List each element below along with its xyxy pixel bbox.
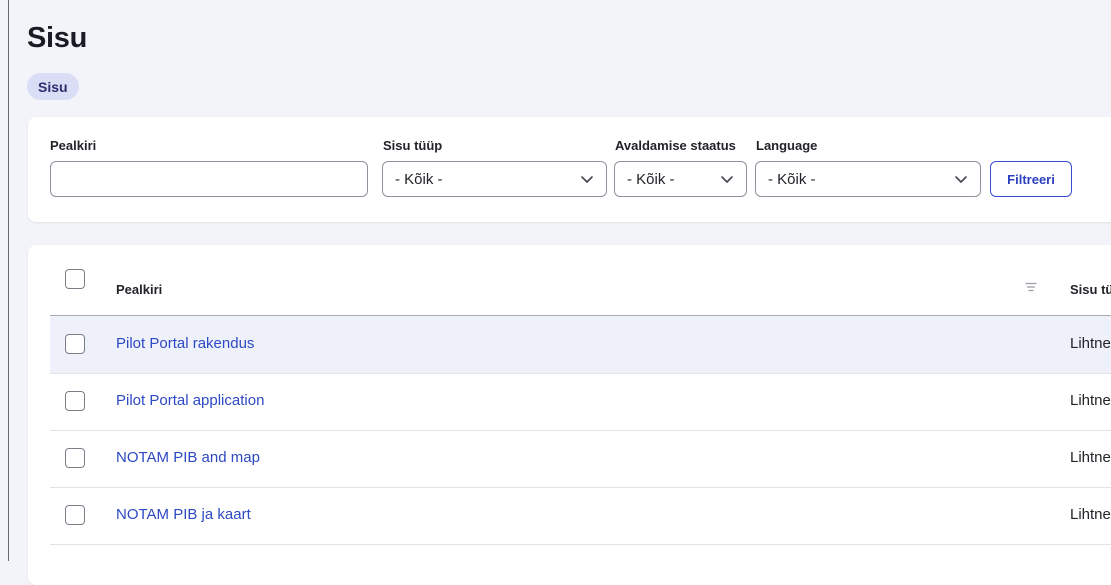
filter-type-value: - Kõik -	[395, 170, 443, 188]
table-row: Pilot Portal rakendus Lihtne lehekülg	[50, 316, 1111, 374]
page-title: Sisu	[27, 22, 88, 54]
row-title-link[interactable]: Pilot Portal rakendus	[116, 335, 254, 352]
row-checkbox[interactable]	[65, 505, 85, 525]
filter-language-value: - Kõik -	[768, 170, 816, 188]
filter-title-input[interactable]	[50, 161, 368, 197]
column-header-title[interactable]: Pealkiri	[116, 282, 162, 297]
row-type: Lihtne lehekülg	[1070, 335, 1111, 352]
table-row: NOTAM PIB ja kaart Lihtne lehekülg	[50, 487, 1111, 545]
filter-language-select[interactable]: - Kõik -	[755, 161, 981, 197]
table-row: NOTAM PIB and map Lihtne lehekülg	[50, 430, 1111, 488]
chevron-down-icon	[721, 176, 733, 183]
sort-icon[interactable]	[1025, 281, 1037, 293]
row-checkbox[interactable]	[65, 391, 85, 411]
breadcrumb-item-sisu[interactable]: Sisu	[38, 79, 68, 95]
filter-status-value: - Kõik -	[627, 170, 675, 188]
row-type: Lihtne lehekülg	[1070, 506, 1111, 523]
row-title-link[interactable]: Pilot Portal application	[116, 392, 264, 409]
content-table: Pealkiri Sisu tüüp Pilot Portal rakendus…	[28, 245, 1111, 585]
window-left-border	[8, 0, 9, 561]
filter-submit-button[interactable]: Filtreeri	[990, 161, 1072, 197]
table-row: Pilot Portal application Lihtne lehekülg	[50, 373, 1111, 431]
row-title-link[interactable]: NOTAM PIB ja kaart	[116, 506, 251, 523]
select-all-checkbox[interactable]	[65, 269, 85, 289]
filter-title-label: Pealkiri	[50, 138, 97, 153]
filter-status-select[interactable]: - Kõik -	[614, 161, 747, 197]
filter-type-label: Sisu tüüp	[383, 138, 443, 153]
row-title-link[interactable]: NOTAM PIB and map	[116, 449, 260, 466]
column-header-type[interactable]: Sisu tüüp	[1070, 282, 1111, 297]
filter-status-label: Avaldamise staatus	[615, 138, 736, 153]
chevron-down-icon	[581, 176, 593, 183]
table-header: Pealkiri Sisu tüüp	[50, 265, 1111, 316]
filter-panel: Pealkiri Sisu tüüp - Kõik - Avaldamise s…	[28, 117, 1111, 222]
row-type: Lihtne lehekülg	[1070, 449, 1111, 466]
breadcrumb[interactable]: Sisu	[27, 73, 79, 100]
filter-type-select[interactable]: - Kõik -	[382, 161, 607, 197]
row-checkbox[interactable]	[65, 448, 85, 468]
row-type: Lihtne lehekülg	[1070, 392, 1111, 409]
filter-language-label: Language	[756, 138, 818, 153]
chevron-down-icon	[955, 176, 967, 183]
row-checkbox[interactable]	[65, 334, 85, 354]
